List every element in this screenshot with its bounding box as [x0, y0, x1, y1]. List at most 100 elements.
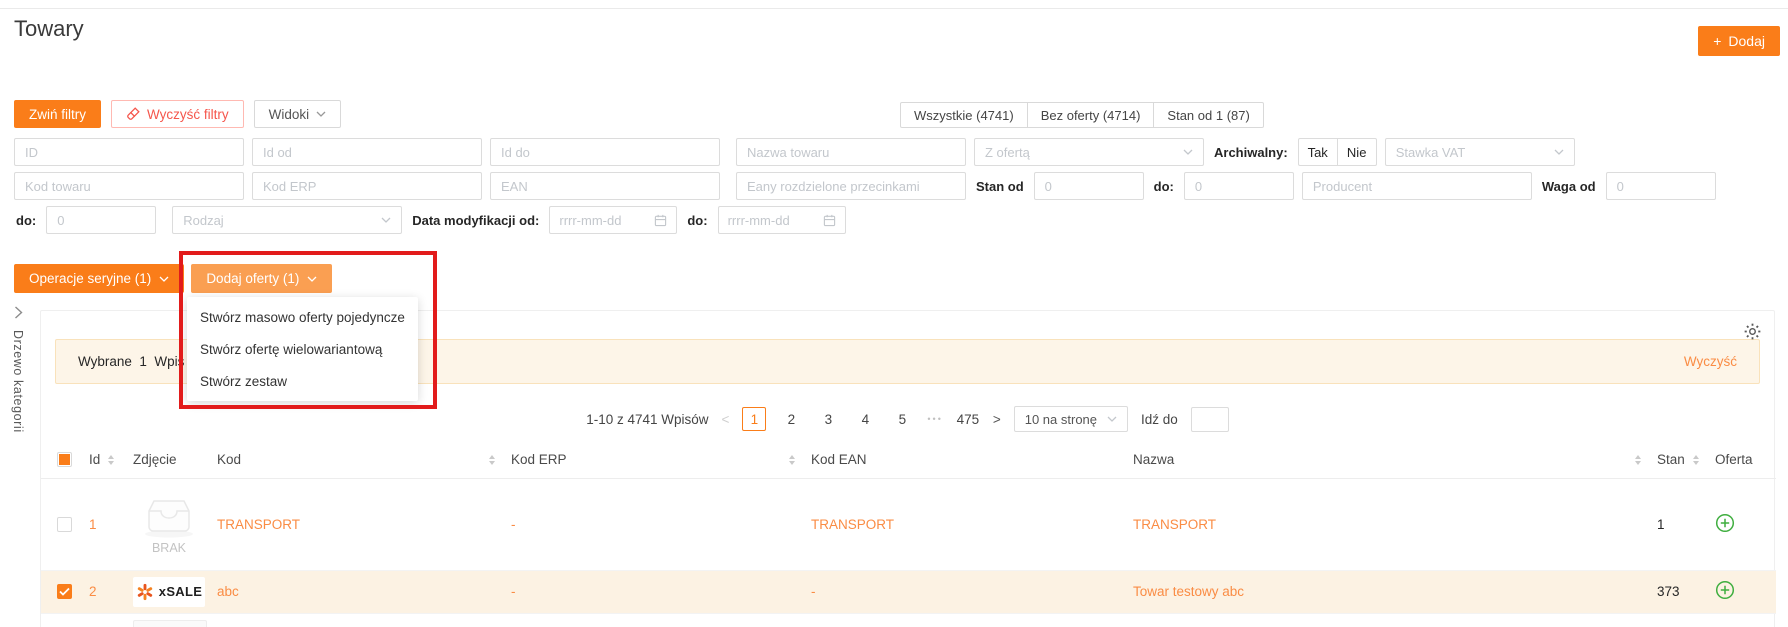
product-erp-value: - [511, 517, 516, 532]
erp-code-field[interactable] [252, 172, 482, 200]
filter-row-3: do: Rodzaj Data modyfikacji od: rrrr-mm-… [14, 206, 846, 234]
id-to-field[interactable] [490, 138, 720, 166]
archival-no-button[interactable]: Nie [1337, 138, 1377, 166]
product-code-link[interactable]: abc [217, 584, 239, 599]
table-row: 1 BRAK [41, 478, 1776, 570]
category-tree-expand-button[interactable] [14, 306, 23, 324]
vat-select[interactable]: Stawka VAT [1385, 138, 1575, 166]
page-title: Towary [14, 16, 84, 42]
previous-page-button[interactable]: < [722, 412, 730, 427]
date-placeholder: rrrr-mm-dd [559, 213, 621, 228]
column-header-erp[interactable]: Kod ERP [511, 452, 567, 467]
weight-from-field[interactable] [1606, 172, 1716, 200]
menu-item-create-single-offers[interactable]: Stwórz masowo oferty pojedyncze [187, 301, 418, 333]
column-header-id[interactable]: Id [89, 452, 100, 467]
add-offer-plus-icon[interactable] [1715, 513, 1735, 533]
product-ean-value: TRANSPORT [811, 517, 894, 532]
page-button-4[interactable]: 4 [853, 407, 877, 431]
product-name-link[interactable]: TRANSPORT [1133, 517, 1216, 532]
page-size-select[interactable]: 10 na stronę [1014, 406, 1128, 432]
products-page: Towary + Dodaj Zwiń filtry Wyczyść filtr… [0, 0, 1788, 627]
product-id-link[interactable]: 2 [89, 584, 97, 599]
weight-to-field[interactable] [46, 206, 156, 234]
product-ean-value: - [811, 584, 816, 599]
column-header-code[interactable]: Kod [217, 452, 241, 467]
bulk-operations-label: Operacje seryjne (1) [29, 271, 151, 286]
product-code-link[interactable]: TRANSPORT [217, 517, 300, 532]
top-divider [0, 8, 1788, 9]
add-offers-label: Dodaj oferty (1) [206, 271, 299, 286]
menu-item-create-set[interactable]: Stwórz zestaw [187, 365, 418, 397]
selection-count-text: Wybrane 1 Wpis [78, 354, 184, 369]
column-header-name[interactable]: Nazwa [1133, 452, 1174, 467]
product-id-link[interactable]: 1 [89, 517, 97, 532]
goto-page-label: Idź do [1141, 412, 1178, 427]
next-page-button[interactable]: > [993, 412, 1001, 427]
archival-toggle: Tak Nie [1298, 138, 1377, 166]
product-name-field[interactable] [736, 138, 966, 166]
archival-yes-button[interactable]: Tak [1298, 138, 1338, 166]
add-offer-plus-icon[interactable] [1715, 580, 1735, 600]
row-checkbox-checked[interactable] [57, 584, 72, 599]
filter-row-2: Stan od do: Waga od [14, 172, 1716, 200]
sort-icon[interactable] [1635, 455, 1641, 465]
add-button[interactable]: + Dodaj [1698, 26, 1780, 56]
chevron-down-icon [1183, 149, 1193, 155]
select-all-checkbox[interactable] [57, 452, 72, 467]
ean-field[interactable] [490, 172, 720, 200]
gear-icon[interactable] [1744, 323, 1761, 340]
mod-date-to-field[interactable]: rrrr-mm-dd [718, 206, 846, 234]
kind-placeholder: Rodzaj [183, 213, 223, 228]
goto-page-input[interactable] [1191, 407, 1229, 432]
plus-icon: + [1713, 33, 1721, 49]
with-offer-select[interactable]: Z ofertą [974, 138, 1204, 166]
page-button-last[interactable]: 475 [956, 407, 980, 431]
page-button-3[interactable]: 3 [816, 407, 840, 431]
sort-icon[interactable] [789, 455, 795, 465]
add-offers-dropdown-menu: Stwórz masowo oferty pojedyncze Stwórz o… [187, 297, 418, 401]
product-name-link[interactable]: Towar testowy abc [1133, 584, 1244, 599]
stock-to-label: do: [1154, 179, 1174, 194]
kind-select[interactable]: Rodzaj [172, 206, 402, 234]
product-image-xsale-logo: xSALE [133, 577, 205, 607]
tab-all[interactable]: Wszystkie (4741) [900, 102, 1028, 128]
sort-icon[interactable] [1693, 455, 1699, 465]
pagination-ellipsis[interactable]: ••• [927, 414, 942, 424]
tab-stock-from-1[interactable]: Stan od 1 (87) [1153, 102, 1263, 128]
id-field[interactable] [14, 138, 244, 166]
sort-icon[interactable] [108, 455, 114, 465]
archival-label: Archiwalny: [1214, 145, 1288, 160]
chevron-down-icon [316, 111, 326, 117]
views-button[interactable]: Widoki [254, 100, 342, 128]
collapse-filters-button[interactable]: Zwiń filtry [14, 100, 101, 128]
sort-icon[interactable] [489, 455, 495, 465]
chevron-down-icon [1554, 149, 1564, 155]
menu-item-create-multivariant-offer[interactable]: Stwórz ofertę wielowariantową [187, 333, 418, 365]
tab-no-offer[interactable]: Bez oferty (4714) [1027, 102, 1155, 128]
category-tree-label: Drzewo kategorii [11, 330, 25, 433]
bulk-operations-button[interactable]: Operacje seryjne (1) [14, 264, 184, 293]
product-code-field[interactable] [14, 172, 244, 200]
stock-from-field[interactable] [1034, 172, 1144, 200]
clear-selection-link[interactable]: Wyczyść [1684, 354, 1737, 369]
bulk-actions: Operacje seryjne (1) Dodaj oferty (1) [14, 264, 332, 293]
xsale-logo-text: xSALE [159, 584, 202, 599]
eans-csv-field[interactable] [736, 172, 966, 200]
page-button-5[interactable]: 5 [890, 407, 914, 431]
stock-to-field[interactable] [1184, 172, 1294, 200]
row-checkbox[interactable] [57, 517, 72, 532]
clear-filters-button[interactable]: Wyczyść filtry [111, 100, 244, 128]
column-header-image: Zdjęcie [133, 452, 177, 467]
product-image-empty: BRAK [133, 494, 205, 555]
page-button-1[interactable]: 1 [742, 407, 766, 431]
views-label: Widoki [269, 107, 310, 122]
column-header-stock[interactable]: Stan [1657, 452, 1685, 467]
mod-date-from-field[interactable]: rrrr-mm-dd [549, 206, 677, 234]
id-from-field[interactable] [252, 138, 482, 166]
weight-from-label: Waga od [1542, 179, 1596, 194]
producer-field[interactable] [1302, 172, 1532, 200]
add-offers-button[interactable]: Dodaj oferty (1) [191, 264, 332, 293]
date-placeholder: rrrr-mm-dd [728, 213, 790, 228]
page-button-2[interactable]: 2 [779, 407, 803, 431]
filter-row-1: Z ofertą Archiwalny: Tak Nie Stawka VAT [14, 138, 1575, 166]
